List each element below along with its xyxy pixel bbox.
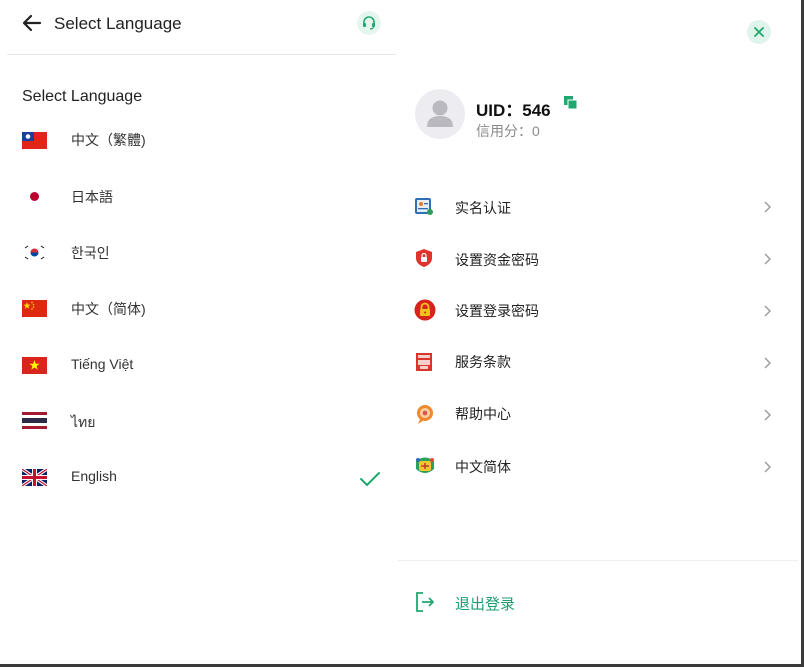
china-flag-icon [22, 300, 47, 317]
user-uid: UID：546 [476, 101, 551, 120]
language-label: English [71, 468, 117, 484]
language-icon [414, 455, 434, 475]
language-label: ไทย [71, 414, 96, 430]
uk-flag-icon [22, 469, 47, 486]
headset-support-icon[interactable] [357, 11, 381, 35]
vietnam-flag-icon [22, 357, 47, 374]
shield-lock-icon [414, 248, 434, 268]
menu-item-language[interactable]: 中文简体 [398, 442, 798, 490]
menu-label: 中文简体 [455, 459, 511, 475]
logout-icon[interactable] [414, 591, 436, 613]
language-item-ja[interactable]: 日本語 [0, 170, 396, 220]
language-panel: Select Language Select Language 中文（繁體) 日… [0, 0, 398, 664]
japan-flag-icon [22, 188, 47, 205]
credit-score: 信用分：0 [476, 123, 540, 139]
terms-document-icon [414, 352, 434, 372]
language-header: Select Language [7, 0, 396, 55]
language-label: 日本語 [71, 189, 113, 205]
menu-item-help[interactable]: 帮助中心 [398, 390, 798, 438]
menu-label: 设置登录密码 [455, 303, 539, 319]
chevron-right-icon [762, 200, 772, 213]
check-icon [360, 471, 380, 487]
menu-label: 设置资金密码 [455, 252, 539, 268]
page-title: Select Language [54, 14, 182, 33]
language-label: Tiếng Việt [71, 356, 134, 372]
taiwan-flag-icon [22, 132, 47, 149]
menu-item-terms[interactable]: 服务条款 [398, 338, 798, 386]
chevron-right-icon [762, 356, 772, 369]
id-card-icon [414, 196, 434, 216]
language-label: 한국인 [71, 245, 110, 261]
korea-flag-icon [22, 244, 47, 261]
language-item-en[interactable]: English [0, 451, 396, 501]
help-chat-icon [414, 403, 434, 424]
close-icon[interactable] [747, 20, 771, 44]
thailand-flag-icon [22, 412, 47, 429]
user-menu-panel: UID：546 信用分：0 实名认证 设置资金密码 设置登录密码 服务条款 帮助… [398, 0, 801, 664]
chevron-right-icon [762, 252, 772, 265]
chevron-right-icon [762, 408, 772, 421]
copy-icon[interactable] [564, 96, 578, 110]
menu-label: 实名认证 [455, 200, 511, 216]
logout-button[interactable]: 退出登录 [455, 593, 515, 614]
section-label: Select Language [22, 88, 143, 105]
language-item-th[interactable]: ไทย [0, 395, 396, 445]
menu-label: 服务条款 [455, 354, 511, 370]
chevron-right-icon [762, 304, 772, 317]
language-item-ko[interactable]: 한국인 [0, 226, 396, 276]
language-label: 中文（简体) [71, 301, 146, 317]
menu-item-login-password[interactable]: 设置登录密码 [398, 286, 798, 334]
language-item-zh-tw[interactable]: 中文（繁體) [0, 114, 396, 164]
language-label: 中文（繁體) [71, 132, 146, 148]
menu-item-fund-password[interactable]: 设置资金密码 [398, 234, 798, 282]
chevron-right-icon [762, 460, 772, 473]
divider [398, 560, 798, 561]
menu-label: 帮助中心 [455, 406, 511, 422]
padlock-icon [414, 299, 436, 321]
back-arrow-icon[interactable] [21, 12, 43, 34]
menu-item-verification[interactable]: 实名认证 [398, 182, 798, 230]
avatar [415, 89, 465, 139]
language-item-zh-cn[interactable]: 中文（简体) [0, 283, 396, 333]
language-item-vi[interactable]: Tiếng Việt [0, 339, 396, 389]
